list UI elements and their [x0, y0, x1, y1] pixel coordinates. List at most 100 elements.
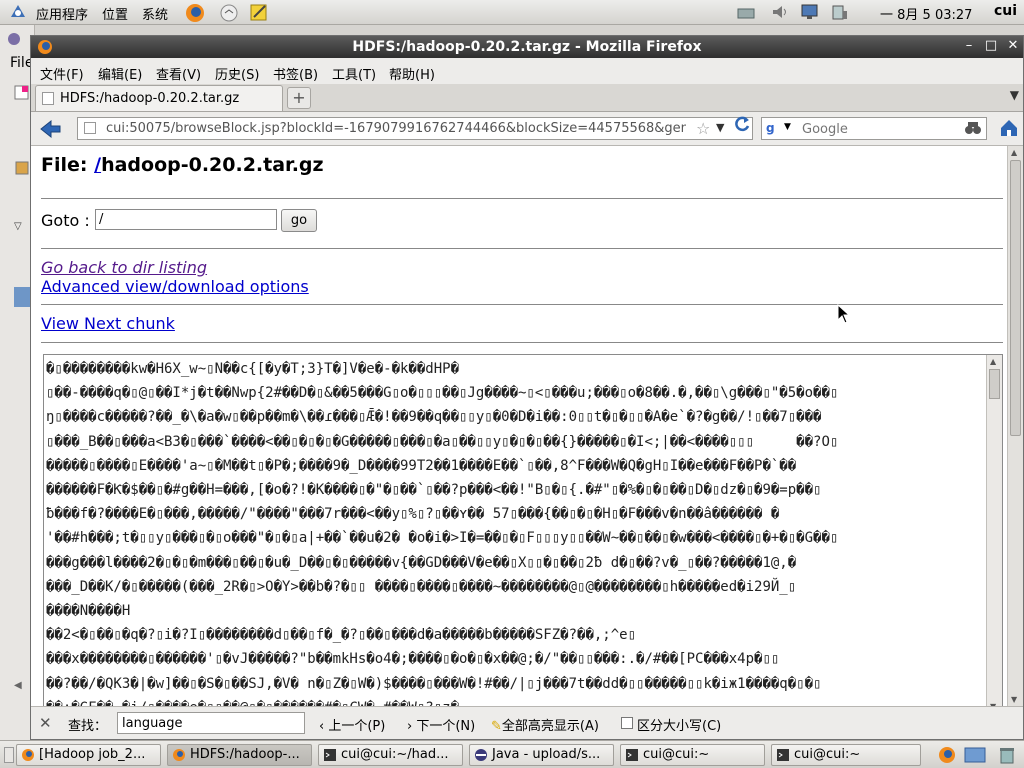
notes-launcher-icon[interactable] — [248, 2, 270, 22]
highlight-all-label: 全部高亮显示(A) — [501, 719, 599, 734]
task-hdfs-firefox[interactable]: HDFS:/hadoop-... — [167, 744, 312, 766]
find-next-button[interactable]: › 下一个(N) — [407, 715, 475, 734]
menu-edit[interactable]: 编辑(E) — [98, 64, 142, 83]
chunk-line: �����▯����▯E����'a~▯�M��t▯�P�;����9�_D��… — [46, 457, 797, 474]
search-binoculars-icon[interactable] — [964, 120, 982, 136]
show-desktop-icon[interactable] — [4, 747, 14, 763]
background-panel-icon[interactable] — [14, 160, 30, 180]
chunk-textarea[interactable]: �▯��������kw�H6X_w~▯N��c{[�y�T;3}T�]V�e�… — [43, 354, 1003, 706]
tab-hdfs[interactable]: HDFS:/hadoop-0.20.2.tar.gz — [35, 85, 283, 111]
chunk-line: ŋ▯����c�����?��_�\�a�w▯��p��m�\��ɾ���▯Ǣ�… — [46, 409, 822, 426]
chunk-line: ƀ���f�?����E�▯���,�����/"����"���7r���<�… — [46, 506, 780, 523]
chunk-line: ��;�GF��_�i/▯����e�▯▯��@▯�▯������#�▯CW�-… — [46, 696, 986, 706]
home-icon[interactable] — [999, 118, 1019, 138]
chunk-content[interactable]: �▯��������kw�H6X_w~▯N��c{[�y�T;3}T�]V�e�… — [46, 357, 986, 706]
chunk-line: '��#h���;t�▯▯y▯���▯�▯o���"�▯�▯a|+��`��u�… — [46, 530, 839, 547]
url-history-chevron-down-icon[interactable]: ▼ — [716, 121, 724, 134]
panel-menu-places[interactable]: 位置 — [102, 4, 128, 23]
tab-list-chevron-down-icon[interactable]: ▼ — [1010, 88, 1019, 102]
firefox-tray-icon[interactable] — [938, 746, 956, 764]
mail-launcher-icon[interactable] — [218, 2, 240, 22]
new-tab-button[interactable]: + — [287, 87, 311, 109]
find-input[interactable] — [117, 712, 305, 734]
url-text[interactable]: cui:50075/browseBlock.jsp?blockId=-16790… — [106, 121, 686, 136]
scroll-up-icon[interactable]: ▲ — [1011, 148, 1017, 157]
firefox-launcher-icon[interactable] — [184, 2, 206, 22]
background-chevron-down-icon[interactable]: ▽ — [14, 221, 22, 232]
menubar: 文件(F) 编辑(E) 查看(V) 历史(S) 书签(B) 工具(T) 帮助(H… — [31, 58, 1023, 84]
power-tray-icon[interactable] — [830, 3, 850, 21]
go-button[interactable]: go — [281, 209, 317, 232]
top-panel: 应用程序 位置 系统 一 8月 5 03:27 cui — [0, 0, 1024, 25]
task-terminal-1[interactable]: cui@cui:~ — [620, 744, 765, 766]
next-chunk-link[interactable]: View Next chunk — [41, 314, 175, 333]
volume-tray-icon[interactable] — [770, 3, 790, 21]
chunk-scrollbar[interactable]: ▲ ▼ — [986, 355, 1002, 706]
menu-tools[interactable]: 工具(T) — [332, 64, 376, 83]
background-scroll-left-icon[interactable]: ◀ — [14, 680, 22, 691]
bottom-taskbar: [Hadoop job_2... HDFS:/hadoop-... cui@cu… — [0, 740, 1024, 768]
page-favicon-icon — [42, 92, 54, 105]
url-bar[interactable]: cui:50075/browseBlock.jsp?blockId=-16790… — [77, 117, 753, 140]
scroll-down-icon[interactable]: ▼ — [1011, 695, 1017, 704]
chunk-line: ������F�Ƙ�$��▯�#g��H=���,[�o�?!�K����▯�"… — [46, 482, 822, 499]
maximize-icon[interactable]: □ — [983, 38, 999, 54]
find-close-icon[interactable]: ✕ — [39, 714, 52, 732]
match-case-label[interactable]: 区分大小写(C) — [637, 715, 721, 734]
find-previous-button[interactable]: ‹ 上一个(P) — [319, 715, 385, 734]
window-titlebar[interactable]: HDFS:/hadoop-0.20.2.tar.gz - Mozilla Fir… — [31, 36, 1023, 58]
page-scrollbar[interactable]: ▲ ▼ — [1007, 146, 1023, 706]
search-engine-chevron-down-icon[interactable]: ▼ — [784, 122, 791, 132]
menu-bookmarks[interactable]: 书签(B) — [273, 64, 318, 83]
task-java-eclipse[interactable]: Java - upload/s... — [469, 744, 614, 766]
network-tray-icon[interactable] — [736, 3, 756, 21]
tab-label: HDFS:/hadoop-0.20.2.tar.gz — [60, 91, 240, 106]
panel-user[interactable]: cui — [994, 3, 1017, 19]
menu-history[interactable]: 历史(S) — [215, 64, 259, 83]
match-case-checkbox[interactable] — [621, 717, 633, 729]
menu-file[interactable]: 文件(F) — [40, 64, 84, 83]
panel-menu-system[interactable]: 系统 — [142, 4, 168, 23]
trash-icon[interactable] — [998, 746, 1016, 764]
task-label: HDFS:/hadoop-... — [190, 747, 300, 762]
chunk-line: ����N����H — [46, 603, 131, 620]
task-hadoop-job[interactable]: [Hadoop job_2... — [16, 744, 161, 766]
minimize-icon[interactable]: – — [961, 38, 977, 54]
chunk-line: ��?��/�QK3�|�w]��▯�S�▯��SJ,�V� n�▯Z�▯W�)… — [46, 675, 822, 692]
goto-label: Goto : — [41, 211, 90, 230]
chunk-line: �▯��������kw�H6X_w~▯N��c{[�y�T;3}T�]V�e�… — [46, 361, 460, 377]
advanced-options-link[interactable]: Advanced view/download options — [41, 277, 309, 296]
search-box[interactable]: g ▼ — [761, 117, 987, 140]
search-input[interactable] — [800, 120, 954, 139]
divider — [41, 248, 1003, 249]
panel-menu-applications[interactable]: 应用程序 — [36, 4, 88, 23]
reload-icon[interactable] — [733, 115, 751, 133]
panel-clock[interactable]: 一 8月 5 03:27 — [880, 4, 972, 23]
chevron-right-icon: › — [407, 719, 417, 734]
site-identity-icon[interactable] — [84, 122, 96, 134]
workspace-switcher-icon[interactable] — [964, 746, 986, 764]
background-app-icon — [6, 31, 22, 51]
chunk-scroll-up-icon[interactable]: ▲ — [990, 357, 996, 366]
close-icon[interactable]: ✕ — [1005, 38, 1021, 54]
find-previous-label: 上一个(P) — [328, 719, 386, 734]
back-to-dir-link[interactable]: Go back to dir listing — [41, 258, 207, 277]
navigation-toolbar: cui:50075/browseBlock.jsp?blockId=-16790… — [31, 112, 1023, 146]
task-terminal-2[interactable]: cui@cui:~ — [771, 744, 921, 766]
search-engine-google-icon[interactable]: g — [766, 121, 775, 135]
background-toolbar-icon[interactable] — [14, 85, 30, 105]
task-terminal-hadoop[interactable]: cui@cui:~/had... — [318, 744, 463, 766]
highlight-all-button[interactable]: ✎全部高亮显示(A) — [491, 715, 599, 734]
display-tray-icon[interactable] — [800, 3, 820, 21]
page-scroll-thumb[interactable] — [1010, 160, 1021, 436]
chunk-line: ��2<�▯��▯�q�?▯i�?I▯��������d▯��▯f�_�?▯��… — [46, 627, 637, 644]
goto-input[interactable] — [95, 209, 277, 230]
bookmark-star-icon[interactable]: ☆ — [696, 119, 710, 138]
back-arrow-icon[interactable] — [39, 118, 63, 140]
find-next-label: 下一个(N) — [416, 719, 476, 734]
window-title: HDFS:/hadoop-0.20.2.tar.gz - Mozilla Fir… — [352, 39, 702, 55]
task-label: Java - upload/s... — [492, 747, 601, 762]
chunk-scroll-thumb[interactable] — [989, 369, 1000, 399]
menu-view[interactable]: 查看(V) — [156, 64, 201, 83]
menu-help[interactable]: 帮助(H) — [389, 64, 435, 83]
